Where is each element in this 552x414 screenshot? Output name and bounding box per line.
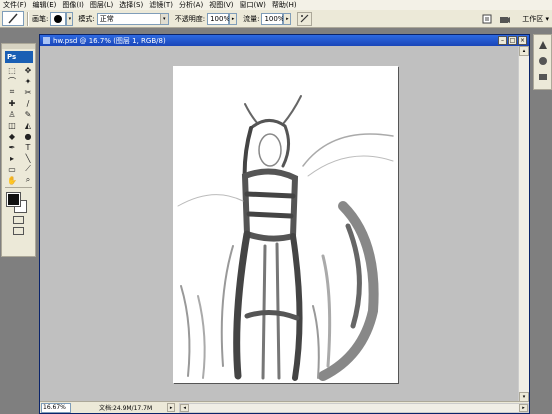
airbrush-toggle[interactable] — [297, 11, 313, 26]
history-brush-icon[interactable]: ✎ — [21, 109, 35, 119]
brush-label: 画笔: — [32, 14, 49, 23]
document-size-info: 文档:24.9M/17.7M — [99, 405, 153, 412]
horizontal-scrollbar[interactable]: ◂ ▸ — [179, 402, 529, 413]
menu-image[interactable]: 图像(I) — [62, 0, 84, 10]
vertical-scrollbar[interactable]: ▴ ▾ — [518, 46, 529, 402]
sketch-figure-illustration — [177, 95, 394, 381]
standard-mode-icon[interactable] — [13, 216, 24, 224]
layers-icon — [538, 74, 547, 80]
palette-grip[interactable] — [2, 44, 35, 49]
mode-select[interactable]: 正常 ▾ — [96, 12, 169, 25]
opacity-label: 不透明度: — [174, 14, 206, 23]
menu-layer[interactable]: 图层(L) — [90, 0, 113, 10]
flow-slider-button[interactable]: ▸ — [283, 12, 292, 25]
layers-dock-button[interactable] — [536, 71, 549, 83]
menu-window[interactable]: 窗口(W) — [239, 0, 265, 10]
eyedropper-icon[interactable]: ⟋ — [21, 164, 35, 174]
dodge-icon[interactable]: ● — [21, 131, 35, 141]
blur-icon[interactable]: ◆ — [5, 131, 19, 141]
magic-wand-icon[interactable]: ✦ — [21, 76, 35, 86]
lasso-icon[interactable]: ⌒ — [5, 76, 19, 86]
menu-help[interactable]: 帮助(H) — [272, 0, 297, 10]
tool-grid: ⬚ ✥ ⌒ ✦ ⌗ ✂ ✚ ∕ ♙ ✎ ◫ ◭ ◆ ● ✒ T ▸ ╲ ▭ ⟋ ✋ ⌕ — [5, 65, 32, 185]
workspace-menu-button[interactable]: 工作区 ▾ — [522, 14, 549, 24]
brush-preview[interactable] — [50, 11, 67, 26]
tool-preset-picker[interactable] — [2, 11, 24, 26]
maximize-button[interactable]: □ — [508, 36, 517, 45]
slice-icon[interactable]: ✂ — [21, 87, 35, 97]
divider — [5, 187, 32, 188]
navigator-icon — [538, 41, 547, 49]
document-title: hw.psd @ 16.7% (图层 1, RGB/8) — [53, 36, 166, 45]
scroll-left-button[interactable]: ◂ — [180, 403, 190, 412]
scroll-up-button[interactable]: ▴ — [519, 46, 529, 56]
menu-bar: 文件(F) 编辑(E) 图像(I) 图层(L) 选择(S) 滤镜(T) 分析(A… — [0, 0, 552, 10]
flow-label: 流量: — [243, 14, 260, 23]
bucket-icon[interactable]: ◭ — [21, 120, 35, 130]
zoom-level-field[interactable]: 16.67% — [41, 402, 71, 413]
menu-edit[interactable]: 编辑(E) — [33, 0, 57, 10]
menu-file[interactable]: 文件(F) — [3, 0, 27, 10]
notes-icon[interactable]: ▭ — [5, 164, 19, 174]
navigator-dock-button[interactable] — [536, 39, 549, 51]
screen-mode-row — [5, 227, 32, 235]
options-right-group: 工作区 ▾ — [476, 10, 549, 28]
status-menu-button[interactable]: ▸ — [167, 403, 176, 412]
pen-icon[interactable]: ✒ — [5, 142, 19, 152]
path-select-icon[interactable]: ▸ — [5, 153, 19, 163]
crop-icon[interactable]: ⌗ — [5, 87, 19, 97]
opacity-input[interactable]: 100% — [207, 12, 230, 25]
camera-icon — [500, 17, 511, 23]
type-icon[interactable]: T — [21, 142, 35, 152]
menu-select[interactable]: 选择(S) — [119, 0, 143, 10]
window-controls: – □ × — [497, 36, 527, 45]
mode-label: 模式: — [78, 14, 95, 23]
color-icon — [538, 57, 547, 65]
ps-logo[interactable]: Ps — [5, 51, 33, 63]
move-icon[interactable]: ✥ — [21, 65, 35, 75]
scroll-right-button[interactable]: ▸ — [519, 403, 528, 412]
mode-value: 正常 — [99, 14, 114, 23]
brush-icon[interactable]: ∕ — [21, 98, 35, 108]
healing-icon[interactable]: ✚ — [5, 98, 19, 108]
menu-analysis[interactable]: 分析(A) — [179, 0, 203, 10]
menu-view[interactable]: 视图(V) — [209, 0, 233, 10]
palette-dock — [533, 34, 552, 90]
options-bar: 画笔: ▾ 模式: 正常 ▾ 不透明度: 100% ▸ 流量: 100% ▸ 工… — [0, 10, 552, 28]
eraser-icon[interactable]: ◫ — [5, 120, 19, 130]
marquee-icon[interactable]: ⬚ — [5, 65, 19, 75]
foreground-color-swatch[interactable] — [6, 192, 21, 207]
stamp-icon[interactable]: ♙ — [5, 109, 19, 119]
flow-input[interactable]: 100% — [261, 12, 284, 25]
close-button[interactable]: × — [518, 36, 527, 45]
quick-mask-row — [5, 216, 32, 224]
minimize-button[interactable]: – — [498, 36, 507, 45]
canvas-area[interactable] — [40, 46, 519, 402]
zoom-icon[interactable]: ⌕ — [21, 175, 35, 185]
divider — [27, 11, 29, 26]
brush-tip-icon — [54, 14, 63, 23]
tool-palette: Ps ⬚ ✥ ⌒ ✦ ⌗ ✂ ✚ ∕ ♙ ✎ ◫ ◭ ◆ ● ✒ T ▸ ╲ ▭ ⟋ ✋ ⌕ — [1, 43, 36, 257]
menu-filter[interactable]: 滤镜(T) — [149, 0, 173, 10]
airbrush-icon — [301, 14, 309, 23]
color-dock-button[interactable] — [536, 55, 549, 67]
palette-well-button[interactable] — [480, 13, 494, 26]
screen-mode-icon[interactable] — [13, 227, 24, 235]
opacity-slider-button[interactable]: ▸ — [229, 12, 238, 25]
camera-button[interactable] — [498, 13, 512, 26]
color-swatches — [5, 191, 33, 213]
status-bar: 16.67% 文档:24.9M/17.7M ▸ ◂ ▸ — [40, 401, 529, 413]
document-icon — [43, 37, 50, 44]
document-icon — [482, 14, 492, 24]
document-titlebar[interactable]: hw.psd @ 16.7% (图层 1, RGB/8) – □ × — [40, 35, 529, 46]
image-canvas[interactable] — [173, 66, 398, 383]
brush-tool-icon — [8, 13, 18, 24]
hand-icon[interactable]: ✋ — [5, 175, 19, 185]
chevron-down-icon: ▾ — [159, 13, 168, 24]
brush-dropdown-button[interactable]: ▾ — [66, 11, 74, 26]
line-icon[interactable]: ╲ — [21, 153, 35, 163]
document-window: hw.psd @ 16.7% (图层 1, RGB/8) – □ × ▴ ▾ 1… — [39, 34, 530, 414]
